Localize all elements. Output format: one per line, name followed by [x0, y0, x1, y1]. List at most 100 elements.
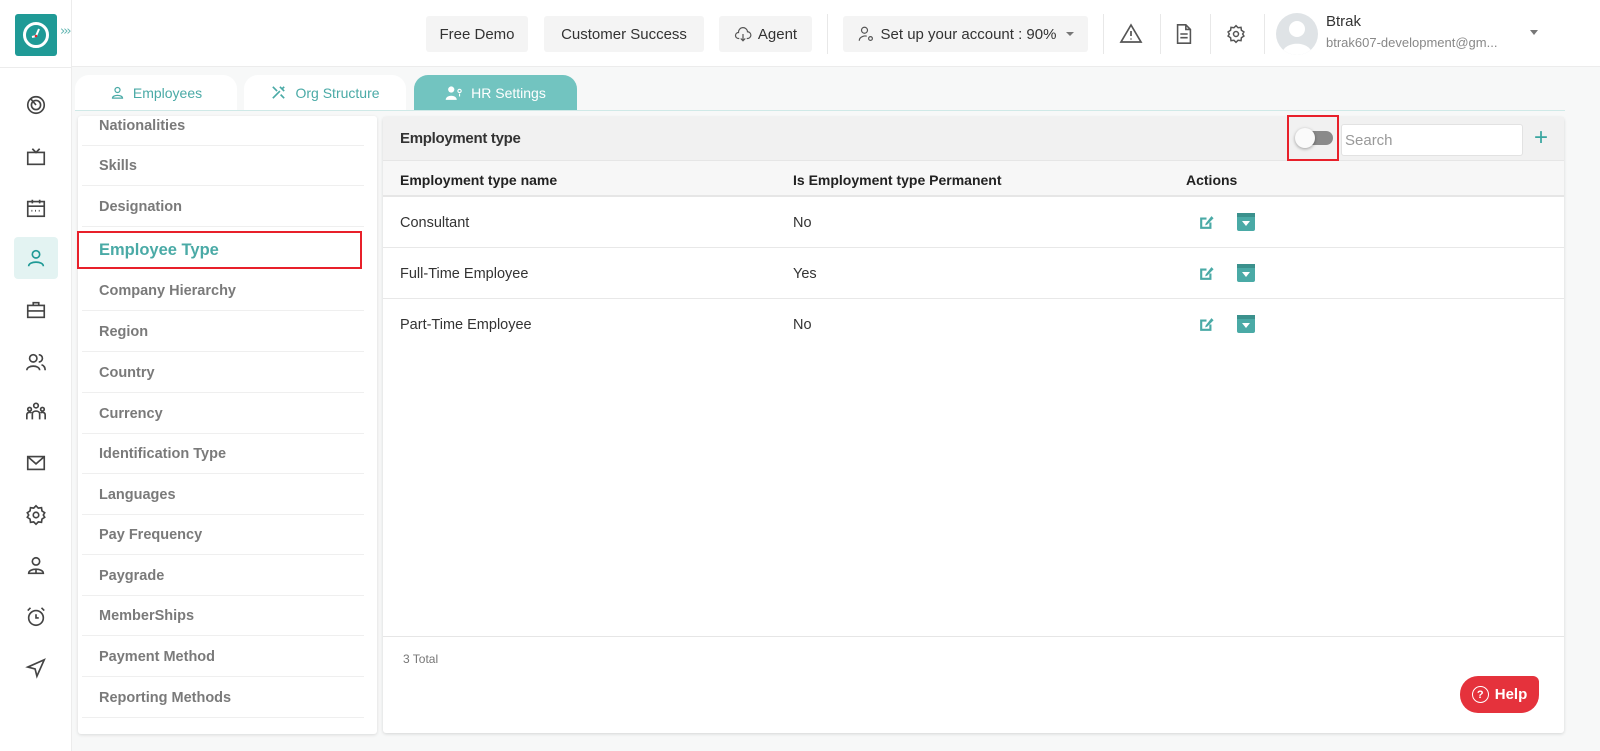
settings-item-currency[interactable]: Currency — [82, 394, 364, 434]
settings-item-label: Company Hierarchy — [99, 282, 236, 299]
triple-chevron-right-icon[interactable]: ››› — [60, 24, 72, 39]
tab-label: HR Settings — [471, 84, 546, 101]
settings-item-nationalities[interactable]: Nationalities — [82, 106, 364, 146]
settings-item-region[interactable]: Region — [82, 312, 364, 352]
table-header: Employment type name Is Employment type … — [383, 161, 1564, 197]
search-input[interactable] — [1341, 124, 1523, 156]
calendar-icon — [26, 199, 46, 218]
top-bar: Free Demo Customer Success Agent Set up … — [72, 0, 1600, 67]
cloud-download-icon — [734, 27, 752, 42]
topbar-separator — [1160, 14, 1161, 54]
cell-name: Full-Time Employee — [400, 266, 529, 282]
edit-button[interactable] — [1196, 263, 1216, 283]
settings-item-label: Payment Method — [99, 648, 216, 665]
setup-account-dropdown[interactable]: Set up your account : 90% — [843, 16, 1088, 52]
settings-item-languages[interactable]: Languages — [82, 475, 364, 515]
settings-item-identification-type[interactable]: Identification Type — [82, 434, 364, 474]
cell-name: Part-Time Employee — [400, 317, 532, 333]
settings-item-label: MemberShips — [99, 607, 195, 624]
person-badge-icon — [27, 556, 45, 575]
column-header-name[interactable]: Employment type name — [400, 172, 557, 188]
rail-item-team[interactable] — [14, 391, 58, 433]
edit-button[interactable] — [1196, 314, 1216, 334]
settings-item-company-hierarchy[interactable]: Company Hierarchy — [82, 271, 364, 311]
settings-item-employee-type[interactable]: Employee Type — [77, 231, 362, 269]
users-icon — [26, 353, 46, 371]
dashboard-target-icon — [26, 95, 46, 115]
rail-item-tv[interactable] — [14, 136, 58, 178]
table-row: Full-Time Employee Yes — [383, 248, 1564, 299]
employment-type-panel: Employment type + Employment type name I… — [383, 115, 1564, 733]
settings-item-country[interactable]: Country — [82, 353, 364, 393]
column-header-permanent[interactable]: Is Employment type Permanent — [793, 172, 1002, 188]
briefcase-icon — [26, 301, 46, 319]
settings-item-payment-method[interactable]: Payment Method — [82, 637, 364, 677]
settings-item-designation[interactable]: Designation — [82, 187, 364, 227]
tab-employees[interactable]: Employees — [75, 75, 237, 110]
tools-icon — [272, 86, 286, 99]
rail-item-profile[interactable] — [14, 545, 58, 587]
edit-icon — [1199, 215, 1214, 229]
settings-item-memberships[interactable]: MemberShips — [82, 596, 364, 636]
settings-item-pay-frequency[interactable]: Pay Frequency — [82, 515, 364, 555]
document-icon — [1176, 24, 1192, 44]
cell-name: Consultant — [400, 215, 470, 231]
alerts-button[interactable] — [1117, 20, 1145, 48]
toggle-knob — [1295, 128, 1315, 148]
settings-item-reporting-methods[interactable]: Reporting Methods — [82, 678, 364, 718]
total-count: 3 Total — [403, 652, 439, 666]
documents-button[interactable] — [1170, 20, 1198, 48]
archive-icon — [1237, 315, 1255, 333]
rail-divider — [0, 67, 72, 68]
rail-item-dashboard[interactable] — [14, 84, 58, 126]
agent-button[interactable]: Agent — [719, 16, 812, 52]
user-email[interactable]: btrak607-development@gm... — [1326, 35, 1497, 50]
help-label: Help — [1494, 686, 1528, 703]
column-header-actions: Actions — [1186, 172, 1238, 188]
customer-success-label: Customer Success — [561, 25, 687, 43]
cell-permanent: Yes — [793, 266, 817, 282]
free-demo-button[interactable]: Free Demo — [426, 16, 528, 52]
avatar[interactable] — [1276, 13, 1318, 55]
settings-item-skills[interactable]: Skills — [82, 146, 364, 186]
chevron-down-icon — [1066, 32, 1075, 36]
rail-item-send[interactable] — [14, 647, 58, 689]
settings-item-label: Designation — [99, 198, 182, 215]
rail-item-settings[interactable] — [14, 494, 58, 536]
cell-permanent: No — [793, 317, 812, 333]
settings-item-label: Currency — [99, 405, 163, 422]
add-button[interactable]: + — [1534, 126, 1548, 150]
rail-item-mail[interactable] — [14, 442, 58, 484]
rail-item-timer[interactable] — [14, 596, 58, 638]
rail-item-briefcase[interactable] — [14, 289, 58, 331]
user-menu-chevron-down-icon[interactable] — [1530, 30, 1538, 35]
user-icon — [111, 86, 123, 99]
panel-header: Employment type + — [383, 115, 1564, 161]
rail-item-employees[interactable] — [14, 237, 58, 279]
archive-toggle[interactable] — [1295, 128, 1333, 148]
alarm-clock-icon — [27, 607, 45, 627]
user-settings-icon — [445, 85, 462, 100]
settings-item-paygrade[interactable]: Paygrade — [82, 556, 364, 596]
warning-icon — [1119, 23, 1143, 43]
archive-button[interactable] — [1236, 263, 1256, 283]
rail-item-users[interactable] — [14, 341, 58, 383]
tab-hr-settings[interactable]: HR Settings — [414, 75, 577, 110]
rail-item-calendar[interactable] — [14, 187, 58, 229]
cell-permanent: No — [793, 215, 812, 231]
panel-title: Employment type — [400, 130, 521, 147]
mail-icon — [26, 455, 46, 471]
app-logo[interactable] — [15, 14, 57, 56]
settings-item-label: Region — [99, 323, 149, 340]
team-icon — [26, 402, 46, 420]
edit-button[interactable] — [1196, 212, 1216, 232]
user-name[interactable]: Btrak — [1326, 13, 1361, 30]
customer-success-button[interactable]: Customer Success — [544, 16, 704, 52]
tab-org-structure[interactable]: Org Structure — [244, 75, 406, 110]
settings-button[interactable] — [1222, 20, 1250, 48]
archive-button[interactable] — [1236, 314, 1256, 334]
topbar-separator — [827, 14, 828, 54]
archive-button[interactable] — [1236, 212, 1256, 232]
help-button[interactable]: ? Help — [1460, 676, 1539, 713]
hr-settings-menu: Nationalities Skills Designation Employe… — [77, 116, 377, 734]
